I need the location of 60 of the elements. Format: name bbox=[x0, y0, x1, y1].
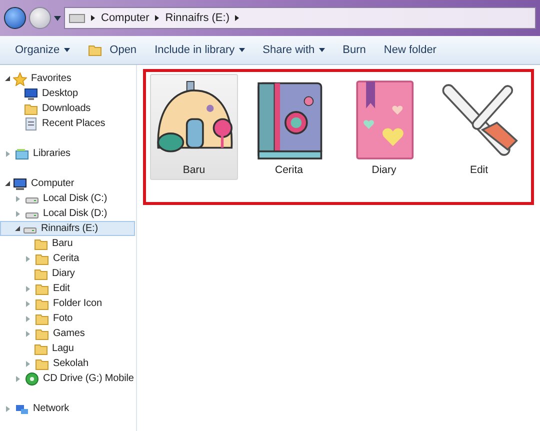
folder-icon bbox=[35, 252, 49, 266]
tree-item[interactable]: Sekolah bbox=[0, 356, 135, 371]
folder-icon bbox=[35, 282, 49, 296]
folder-icon bbox=[34, 266, 48, 280]
tree-item[interactable]: Computer bbox=[0, 176, 135, 191]
chevron-icon[interactable] bbox=[155, 15, 160, 21]
folder-item[interactable]: Cerita bbox=[245, 74, 333, 180]
disc-icon bbox=[25, 372, 39, 386]
tree-item[interactable]: Foto bbox=[0, 311, 135, 326]
folder-icon bbox=[35, 356, 49, 370]
back-button[interactable] bbox=[4, 7, 26, 29]
breadcrumb[interactable]: Rinnaifrs (E:) bbox=[165, 12, 230, 24]
tree-item[interactable]: Edit bbox=[0, 281, 135, 296]
chevron-icon[interactable] bbox=[91, 15, 95, 21]
address-bar[interactable]: Computer Rinnaifrs (E:) bbox=[64, 7, 536, 29]
folder-item[interactable]: Edit bbox=[435, 74, 523, 180]
tree-item[interactable]: CD Drive (G:) Mobile bbox=[0, 371, 135, 386]
tree-item[interactable]: Baru bbox=[0, 236, 135, 251]
tree-item[interactable]: Diary bbox=[0, 266, 135, 281]
tree-item[interactable]: Local Disk (D:) bbox=[0, 206, 135, 221]
toolbar-button[interactable]: Include in library bbox=[148, 41, 252, 59]
monitor-icon bbox=[24, 86, 38, 100]
folder-item[interactable]: Baru bbox=[150, 74, 238, 180]
folder-icon bbox=[34, 342, 48, 356]
toolbar-button[interactable]: Burn bbox=[336, 41, 373, 59]
tree-item[interactable]: Rinnaifrs (E:) bbox=[0, 221, 135, 236]
tree-item[interactable]: Lagu bbox=[0, 341, 135, 356]
toolbar-button[interactable]: Share with bbox=[256, 41, 332, 59]
diary-book-icon bbox=[356, 80, 414, 160]
drive-icon bbox=[69, 14, 85, 22]
toolbar-button[interactable]: New folder bbox=[376, 41, 444, 59]
wrench-and-screwdriver-icon bbox=[442, 84, 518, 156]
folder-icon bbox=[35, 296, 49, 310]
library-icon bbox=[15, 146, 29, 160]
tree-item[interactable]: Games bbox=[0, 326, 135, 341]
computer-icon bbox=[13, 176, 27, 190]
folder-icon bbox=[24, 102, 38, 116]
dropdown-caret-icon[interactable] bbox=[54, 16, 61, 20]
tree-item[interactable]: Network bbox=[0, 401, 135, 416]
tree-item[interactable]: Folder Icon bbox=[0, 296, 135, 311]
tree-item[interactable]: Cerita bbox=[0, 251, 135, 266]
tree-item[interactable]: Downloads bbox=[0, 101, 135, 116]
tree-item[interactable]: Recent Places bbox=[0, 116, 135, 131]
house-icon bbox=[157, 81, 233, 152]
folder-icon bbox=[35, 312, 49, 326]
star-icon bbox=[13, 72, 27, 86]
forward-button[interactable] bbox=[29, 7, 51, 29]
book-icon bbox=[258, 82, 322, 160]
chevron-icon[interactable] bbox=[235, 15, 240, 21]
folder-item[interactable]: Diary bbox=[340, 74, 428, 180]
tree-item[interactable]: Libraries bbox=[0, 146, 135, 161]
tree-item[interactable]: Favorites bbox=[0, 71, 135, 86]
breadcrumb[interactable]: Computer bbox=[101, 12, 150, 24]
toolbar-button[interactable]: Organize bbox=[8, 41, 77, 59]
tree-item[interactable]: Desktop bbox=[0, 86, 135, 101]
toolbar-button[interactable]: Open bbox=[80, 40, 144, 60]
tree-item[interactable]: Local Disk (C:) bbox=[0, 191, 135, 206]
folder-icon bbox=[35, 326, 49, 340]
folder-icon bbox=[88, 43, 102, 57]
recent-icon bbox=[24, 116, 38, 130]
